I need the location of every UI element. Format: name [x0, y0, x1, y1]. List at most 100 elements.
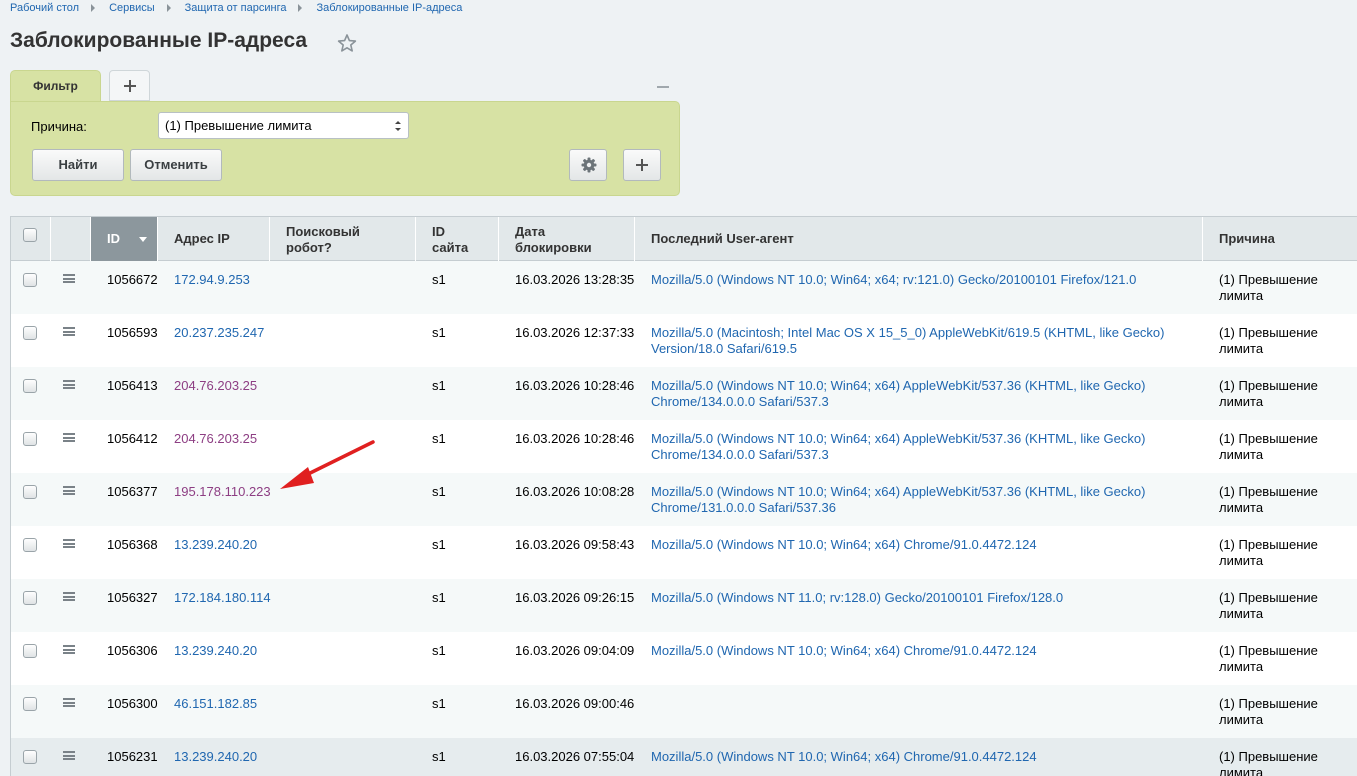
column-header-user-agent[interactable]: Последний User-агент	[635, 217, 1203, 261]
row-reason: (1) Превышение лимита	[1219, 643, 1339, 675]
row-ip-link[interactable]: 195.178.110.223	[174, 484, 271, 500]
find-button[interactable]: Найти	[32, 149, 124, 181]
row-reason-line2: лимита	[1219, 712, 1264, 727]
row-reason-line1: (1) Превышение	[1219, 484, 1318, 499]
row-menu-icon[interactable]	[63, 592, 75, 601]
filter-tab[interactable]: Фильтр	[10, 70, 101, 102]
row-site-id: s1	[432, 272, 446, 287]
row-reason-line1: (1) Превышение	[1219, 272, 1318, 287]
row-menu-icon[interactable]	[63, 327, 75, 336]
row-reason: (1) Превышение лимита	[1219, 484, 1339, 516]
row-ip-link[interactable]: 172.94.9.253	[174, 272, 250, 288]
row-reason-line2: лимита	[1219, 553, 1264, 568]
row-block-date: 16.03.2026 10:28:46	[515, 378, 635, 393]
table-row: 1056300 46.151.182.85 s1 16.03.2026 09:0…	[11, 685, 1357, 738]
blocked-ip-table: ID Адрес IP Поисковый робот? ID сайта Да…	[10, 216, 1357, 776]
row-reason-line1: (1) Превышение	[1219, 325, 1318, 340]
cancel-button[interactable]: Отменить	[130, 149, 222, 181]
column-header-reason[interactable]: Причина	[1203, 217, 1357, 261]
column-header-robot[interactable]: Поисковый робот?	[270, 217, 416, 261]
row-ip-link[interactable]: 13.239.240.20	[174, 537, 257, 553]
row-ip-link[interactable]: 172.184.180.114	[174, 590, 271, 606]
row-user-agent-link[interactable]: Mozilla/5.0 (Windows NT 11.0; rv:128.0) …	[651, 590, 1191, 606]
table-header: ID Адрес IP Поисковый робот? ID сайта Да…	[11, 216, 1357, 261]
row-id: 1056412	[107, 431, 158, 446]
row-ip-link[interactable]: 204.76.203.25	[174, 378, 257, 394]
row-id: 1056413	[107, 378, 158, 393]
row-checkbox[interactable]	[23, 591, 37, 605]
column-header-id[interactable]: ID	[91, 217, 158, 261]
row-user-agent-link[interactable]: Mozilla/5.0 (Windows NT 10.0; Win64; x64…	[651, 484, 1191, 516]
row-menu-icon[interactable]	[63, 698, 75, 707]
row-checkbox[interactable]	[23, 273, 37, 287]
row-reason-line1: (1) Превышение	[1219, 696, 1318, 711]
row-reason-line2: лимита	[1219, 341, 1264, 356]
star-icon[interactable]	[337, 33, 357, 53]
row-checkbox[interactable]	[23, 750, 37, 764]
row-ip-link[interactable]: 204.76.203.25	[174, 431, 257, 447]
collapse-filter-icon[interactable]	[657, 86, 669, 88]
table-row: 1056412 204.76.203.25 s1 16.03.2026 10:2…	[11, 420, 1357, 473]
row-user-agent-link[interactable]: Mozilla/5.0 (Windows NT 10.0; Win64; x64…	[651, 272, 1191, 288]
row-menu-icon[interactable]	[63, 274, 75, 283]
row-user-agent-link[interactable]: Mozilla/5.0 (Macintosh; Intel Mac OS X 1…	[651, 325, 1191, 357]
row-site-id: s1	[432, 696, 446, 711]
breadcrumb-separator-icon	[91, 4, 96, 12]
row-id: 1056672	[107, 272, 158, 287]
row-menu-icon[interactable]	[63, 539, 75, 548]
row-reason-line2: лимита	[1219, 394, 1264, 409]
filter-settings-button[interactable]	[569, 149, 607, 181]
row-ip-link[interactable]: 13.239.240.20	[174, 643, 257, 659]
row-reason: (1) Превышение лимита	[1219, 590, 1339, 622]
row-ip-link[interactable]: 13.239.240.20	[174, 749, 257, 765]
row-user-agent-link[interactable]: Mozilla/5.0 (Windows NT 10.0; Win64; x64…	[651, 643, 1191, 659]
select-all-checkbox[interactable]	[23, 228, 37, 242]
row-site-id: s1	[432, 431, 446, 446]
header-select-cell	[11, 217, 51, 261]
row-checkbox[interactable]	[23, 644, 37, 658]
row-id: 1056368	[107, 537, 158, 552]
reason-filter-value: (1) Превышение лимита	[165, 118, 312, 133]
add-filter-button[interactable]	[623, 149, 661, 181]
breadcrumb-item-services[interactable]: Сервисы	[109, 2, 155, 14]
row-reason-line2: лимита	[1219, 447, 1264, 462]
row-id: 1056306	[107, 643, 158, 658]
row-checkbox[interactable]	[23, 697, 37, 711]
row-user-agent-link[interactable]: Mozilla/5.0 (Windows NT 10.0; Win64; x64…	[651, 537, 1191, 553]
page-title: Заблокированные IP-адреса	[10, 29, 308, 52]
row-checkbox[interactable]	[23, 432, 37, 446]
row-menu-icon[interactable]	[63, 486, 75, 495]
row-menu-icon[interactable]	[63, 645, 75, 654]
table-row: 1056368 13.239.240.20 s1 16.03.2026 09:5…	[11, 526, 1357, 579]
column-header-date[interactable]: Дата блокировки	[499, 217, 635, 261]
reason-filter-select[interactable]: (1) Превышение лимита	[158, 112, 409, 139]
breadcrumb-item-blocked-ips[interactable]: Заблокированные IP-адреса	[316, 2, 462, 14]
column-header-site[interactable]: ID сайта	[416, 217, 499, 261]
column-header-id-label: ID	[107, 231, 120, 246]
row-menu-icon[interactable]	[63, 433, 75, 442]
row-ip-link[interactable]: 46.151.182.85	[174, 696, 257, 712]
row-ip-link[interactable]: 20.237.235.247	[174, 325, 264, 341]
plus-icon	[636, 159, 648, 171]
row-checkbox[interactable]	[23, 326, 37, 340]
row-menu-icon[interactable]	[63, 380, 75, 389]
row-checkbox[interactable]	[23, 379, 37, 393]
column-header-ip[interactable]: Адрес IP	[158, 217, 270, 261]
row-checkbox[interactable]	[23, 485, 37, 499]
row-reason-line1: (1) Превышение	[1219, 378, 1318, 393]
row-user-agent-link[interactable]: Mozilla/5.0 (Windows NT 10.0; Win64; x64…	[651, 431, 1191, 463]
row-site-id: s1	[432, 590, 446, 605]
row-user-agent-link[interactable]: Mozilla/5.0 (Windows NT 10.0; Win64; x64…	[651, 749, 1191, 765]
row-block-date: 16.03.2026 13:28:35	[515, 272, 635, 287]
breadcrumb-item-parsing-protection[interactable]: Защита от парсинга	[185, 2, 287, 14]
row-site-id: s1	[432, 378, 446, 393]
add-filter-tab[interactable]	[109, 70, 150, 101]
row-user-agent-link[interactable]: Mozilla/5.0 (Windows NT 10.0; Win64; x64…	[651, 378, 1191, 410]
row-id: 1056300	[107, 696, 158, 711]
row-menu-icon[interactable]	[63, 751, 75, 760]
breadcrumb-item-desktop[interactable]: Рабочий стол	[10, 2, 79, 14]
table-row: 1056593 20.237.235.247 s1 16.03.2026 12:…	[11, 314, 1357, 367]
row-checkbox[interactable]	[23, 538, 37, 552]
table-row: 1056327 172.184.180.114 s1 16.03.2026 09…	[11, 579, 1357, 632]
row-reason: (1) Превышение лимита	[1219, 537, 1339, 569]
